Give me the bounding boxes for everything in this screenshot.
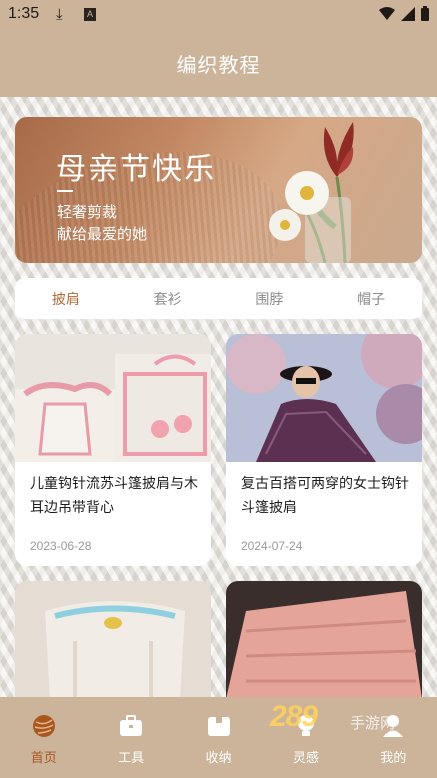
bottom-navigation: 首页 工具 收纳 灵感 我的 [0,697,437,778]
nav-storage[interactable]: 收纳 [175,697,262,778]
app-header: 编织教程 [0,30,437,97]
signal-icon [401,6,415,21]
tutorial-card[interactable] [15,581,211,699]
flowers-illustration [269,122,354,263]
nav-profile[interactable]: 我的 [350,697,437,778]
tab-hat[interactable]: 帽子 [320,289,422,309]
tutorial-card[interactable]: 儿童钩针流苏斗篷披肩与木耳边吊带背心 2023-06-28 [15,334,211,566]
watermark-subtext: 手游网 [350,714,396,732]
nav-label: 收纳 [205,751,232,766]
card-image-pink-knit [226,581,422,699]
page-title: 编织教程 [176,53,261,77]
download-icon: ⤓ [56,5,63,23]
banner-divider [57,190,73,192]
nav-tools[interactable]: 工具 [87,697,174,778]
nav-label: 我的 [380,751,407,766]
tutorial-card[interactable]: 复古百搭可两穿的女士钩针斗篷披肩 2024-07-24 [226,334,422,566]
card-date: 2024-07-24 [241,539,303,553]
tab-scarf[interactable]: 围脖 [219,289,321,309]
banner-headline: 母亲节快乐 [56,152,216,187]
card-image-lace-dress [15,581,211,699]
yarn-ball-icon [31,713,57,739]
tab-pullover[interactable]: 套衫 [117,289,219,309]
a-badge-icon: A [84,8,96,21]
toolbox-icon [118,713,144,739]
status-time: 1:35 [8,5,40,22]
tutorial-card[interactable] [226,581,422,699]
banner-tagline-1: 轻奢剪裁 [57,203,118,221]
card-title: 儿童钩针流苏斗篷披肩与木耳边吊带背心 [30,476,198,516]
nav-home[interactable]: 首页 [0,697,87,778]
status-bar: 1:35 ⤓ A [0,0,437,30]
card-title: 复古百搭可两穿的女士钩针斗篷披肩 [241,476,409,516]
tab-shawl[interactable]: 披肩 [15,289,117,309]
battery-icon [421,6,429,21]
wifi-icon [379,6,395,20]
card-date: 2023-06-28 [30,539,92,553]
card-image-woman-cape [226,334,422,462]
banner-tagline-2: 献给最爱的她 [57,225,148,243]
watermark-logo: 289 [270,700,318,733]
category-tabs: 披肩 套衫 围脖 帽子 [15,278,422,319]
nav-label: 工具 [118,751,145,766]
promo-banner[interactable]: 母亲节快乐 轻奢剪裁 献给最爱的她 [15,117,422,263]
storage-box-icon [206,713,232,739]
nav-label: 首页 [30,751,57,766]
card-image-child-cape [15,334,211,462]
nav-label: 灵感 [292,751,319,766]
